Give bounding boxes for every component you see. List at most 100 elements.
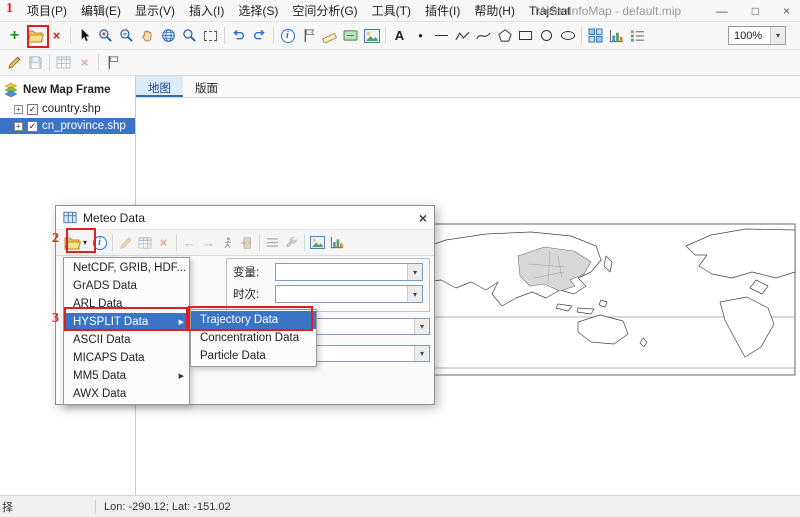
submenu-item-concentration[interactable]: Concentration Data (191, 329, 316, 347)
flag-icon[interactable] (298, 25, 319, 47)
toolbar-separator (176, 234, 177, 251)
chevron-down-icon[interactable]: ▾ (414, 319, 429, 334)
undo-icon[interactable] (228, 25, 249, 47)
full-extent-globe-icon[interactable] (158, 25, 179, 47)
image-icon[interactable] (361, 25, 382, 47)
point-tool-icon[interactable]: ● (410, 25, 431, 47)
menu-selection[interactable]: 选择(S) (231, 0, 285, 21)
chevron-down-icon[interactable]: ▾ (407, 264, 422, 280)
open-data-dropdown-button[interactable]: ▾ (61, 235, 90, 251)
data-fields-panel: 变量: ▾ 时次: ▾ (226, 258, 430, 312)
rectangle-tool-icon[interactable] (515, 25, 536, 47)
edit-pencil-icon[interactable] (4, 52, 25, 74)
delete-icon[interactable]: × (154, 233, 173, 253)
zoom-in-icon[interactable] (95, 25, 116, 47)
previous-icon[interactable]: ← (180, 233, 199, 253)
circle-tool-icon[interactable] (536, 25, 557, 47)
close-file-icon[interactable]: × (46, 25, 67, 47)
menu-item-micaps[interactable]: MICAPS Data (64, 349, 189, 367)
layers-grid-icon[interactable] (585, 25, 606, 47)
menu-item-hysplit[interactable]: HYSPLIT Data▶ (64, 313, 189, 331)
annotation-step-3: 3 (52, 311, 59, 327)
chart-icon[interactable] (327, 233, 346, 253)
chevron-down-icon[interactable]: ▾ (770, 27, 785, 44)
minimize-button[interactable]: — (716, 4, 728, 18)
delete-icon[interactable]: × (74, 52, 95, 74)
toolbar-separator (70, 27, 71, 44)
open-file-icon[interactable] (25, 25, 46, 47)
curve-tool-icon[interactable] (473, 25, 494, 47)
select-rectangle-icon[interactable] (200, 25, 221, 47)
toolbar-separator (112, 234, 113, 251)
info-icon[interactable]: i (277, 25, 298, 47)
line-tool-icon[interactable] (431, 25, 452, 47)
chevron-down-icon[interactable]: ▾ (414, 346, 429, 361)
flag-tool-icon[interactable] (102, 52, 123, 74)
label-icon[interactable] (340, 25, 361, 47)
image-icon[interactable] (308, 233, 327, 253)
measure-ruler-icon[interactable] (319, 25, 340, 47)
map-frame-item[interactable]: New Map Frame (0, 80, 135, 100)
tab-layout[interactable]: 版面 (183, 76, 230, 97)
layer-item-country[interactable]: + ✓ country.shp (0, 101, 135, 117)
time-combo[interactable]: ▾ (275, 285, 423, 303)
expand-icon[interactable]: + (14, 122, 23, 131)
menu-spatial-analysis[interactable]: 空间分析(G) (285, 0, 364, 21)
polyline-tool-icon[interactable] (452, 25, 473, 47)
variable-combo[interactable]: ▾ (275, 263, 423, 281)
polygon-tool-icon[interactable] (494, 25, 515, 47)
submenu-item-particle[interactable]: Particle Data (191, 347, 316, 365)
menu-tools[interactable]: 工具(T) (365, 0, 418, 21)
expand-icon[interactable]: + (14, 105, 23, 114)
menu-help[interactable]: 帮助(H) (467, 0, 522, 21)
exit-door-icon[interactable] (237, 233, 256, 253)
layer-name[interactable]: country.shp (42, 103, 101, 115)
ellipse-tool-icon[interactable] (557, 25, 578, 47)
table-icon[interactable] (135, 233, 154, 253)
chart-icon[interactable] (606, 25, 627, 47)
new-project-icon[interactable]: + (4, 25, 25, 47)
text-tool-icon[interactable]: A (389, 25, 410, 47)
submenu-item-trajectory[interactable]: Trajectory Data (191, 311, 316, 329)
redo-icon[interactable] (249, 25, 270, 47)
layer-name[interactable]: cn_province.shp (42, 120, 126, 132)
list-icon[interactable] (263, 233, 282, 253)
window-title: MeteoInfoMap - default.mip (535, 4, 681, 18)
layer-checkbox[interactable]: ✓ (27, 121, 38, 132)
select-cursor-icon[interactable] (74, 25, 95, 47)
legend-icon[interactable] (627, 25, 648, 47)
dialog-close-button[interactable]: × (419, 210, 427, 226)
layer-item-cn-province[interactable]: + ✓ cn_province.shp (0, 118, 135, 134)
layer-checkbox[interactable]: ✓ (27, 104, 38, 115)
chevron-down-icon[interactable]: ▾ (407, 286, 422, 302)
zoom-out-icon[interactable] (116, 25, 137, 47)
zoom-level-combo[interactable]: 100% ▾ (728, 26, 786, 45)
menu-item-arl[interactable]: ARL Data (64, 295, 189, 313)
zoom-window-icon[interactable] (179, 25, 200, 47)
save-icon[interactable] (25, 52, 46, 74)
menu-item-grads[interactable]: GrADS Data (64, 277, 189, 295)
maximize-button[interactable]: □ (752, 4, 759, 18)
next-icon[interactable]: → (199, 233, 218, 253)
main-toolbar: + × i A ● (0, 22, 800, 50)
info-icon[interactable]: i (90, 233, 109, 253)
status-coordinates: Lon: -290.12; Lat: -151.02 (96, 501, 239, 513)
tab-map[interactable]: 地图 (136, 76, 183, 97)
close-button[interactable]: × (783, 4, 790, 18)
menu-item-mm5[interactable]: MM5 Data▶ (64, 367, 189, 385)
menu-insert[interactable]: 插入(I) (182, 0, 231, 21)
menu-item-ascii[interactable]: ASCII Data (64, 331, 189, 349)
pan-hand-icon[interactable] (137, 25, 158, 47)
table-icon[interactable] (53, 52, 74, 74)
menu-view[interactable]: 显示(V) (128, 0, 182, 21)
menu-item-awx[interactable]: AWX Data (64, 385, 189, 403)
menu-project[interactable]: 项目(P) (20, 0, 74, 21)
menu-item-netcdf[interactable]: NetCDF, GRIB, HDF... (64, 259, 189, 277)
submenu-arrow-icon: ▶ (179, 318, 184, 326)
menu-edit[interactable]: 编辑(E) (74, 0, 128, 21)
draw-icon[interactable] (116, 233, 135, 253)
settings-wrench-icon[interactable] (282, 233, 301, 253)
dialog-titlebar[interactable]: Meteo Data × (56, 206, 434, 230)
menu-plugins[interactable]: 插件(I) (418, 0, 467, 21)
animate-runner-icon[interactable] (218, 233, 237, 253)
